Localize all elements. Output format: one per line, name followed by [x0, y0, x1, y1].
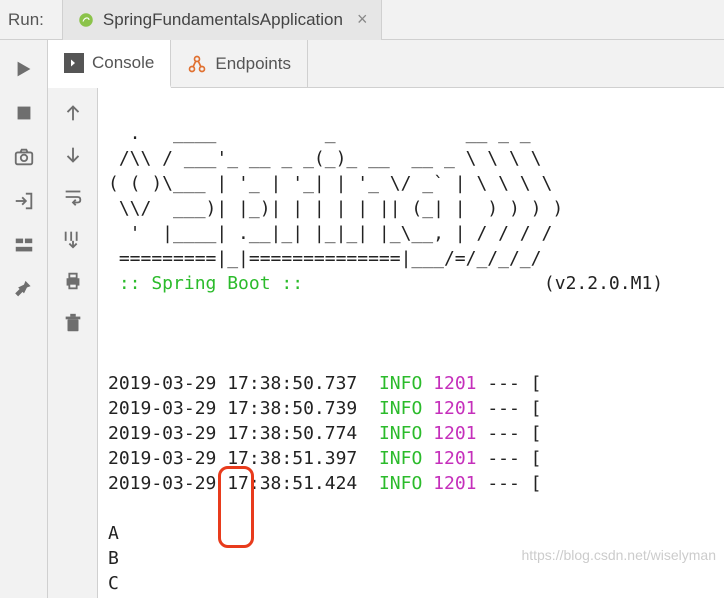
inner-column: Console Endpoints	[48, 40, 724, 598]
log-row: 2019-03-29 17:38:50.737 INFO 1201 --- [	[108, 371, 724, 396]
scroll-to-end-icon[interactable]	[62, 228, 84, 250]
endpoints-icon	[187, 54, 207, 74]
watermark: https://blog.csdn.net/wiselyman	[521, 543, 716, 568]
boot-line: :: Spring Boot :: (v2.2.0.M1)	[108, 271, 724, 296]
ascii-banner: . ____ _ __ _ _ /\\ / ___'_ __ _ _(_)_ _…	[108, 123, 563, 269]
main-row: Console Endpoints	[0, 40, 724, 598]
left-toolbar	[0, 40, 48, 598]
tabs-row: Console Endpoints	[48, 40, 724, 88]
run-label: Run:	[8, 10, 44, 30]
close-icon[interactable]: ×	[351, 9, 368, 30]
log-lines: 2019-03-29 17:38:50.737 INFO 1201 --- [2…	[108, 371, 724, 496]
scroll-down-icon[interactable]	[62, 144, 84, 166]
layout-icon[interactable]	[13, 234, 35, 256]
tab-endpoints[interactable]: Endpoints	[171, 40, 308, 87]
trash-icon[interactable]	[62, 312, 84, 334]
console-output[interactable]: . ____ _ __ _ _ /\\ / ___'_ __ _ _(_)_ _…	[98, 88, 724, 598]
console-toolbar	[48, 88, 98, 598]
spring-icon	[77, 11, 95, 29]
boot-version: (v2.2.0.M1)	[544, 273, 663, 294]
run-config-tab[interactable]: SpringFundamentalsApplication ×	[62, 0, 383, 40]
top-bar: Run: SpringFundamentalsApplication ×	[0, 0, 724, 40]
print-icon[interactable]	[62, 270, 84, 292]
soft-wrap-icon[interactable]	[62, 186, 84, 208]
log-row: 2019-03-29 17:38:51.397 INFO 1201 --- [	[108, 446, 724, 471]
stop-icon[interactable]	[13, 102, 35, 124]
content-row: . ____ _ __ _ _ /\\ / ___'_ __ _ _(_)_ _…	[48, 88, 724, 598]
console-icon	[64, 53, 84, 73]
log-row: 2019-03-29 17:38:50.739 INFO 1201 --- [	[108, 396, 724, 421]
output-row: C	[108, 571, 724, 596]
scroll-up-icon[interactable]	[62, 102, 84, 124]
pin-icon[interactable]	[13, 278, 35, 300]
log-row: 2019-03-29 17:38:50.774 INFO 1201 --- [	[108, 421, 724, 446]
run-icon[interactable]	[13, 58, 35, 80]
blank-line	[108, 321, 724, 346]
boot-label: :: Spring Boot ::	[108, 273, 314, 294]
tab-console-label: Console	[92, 53, 154, 73]
camera-icon[interactable]	[13, 146, 35, 168]
exit-icon[interactable]	[13, 190, 35, 212]
log-row: 2019-03-29 17:38:51.424 INFO 1201 --- [	[108, 471, 724, 496]
tab-console[interactable]: Console	[48, 40, 171, 88]
tab-endpoints-label: Endpoints	[215, 54, 291, 74]
run-config-name: SpringFundamentalsApplication	[103, 10, 343, 30]
